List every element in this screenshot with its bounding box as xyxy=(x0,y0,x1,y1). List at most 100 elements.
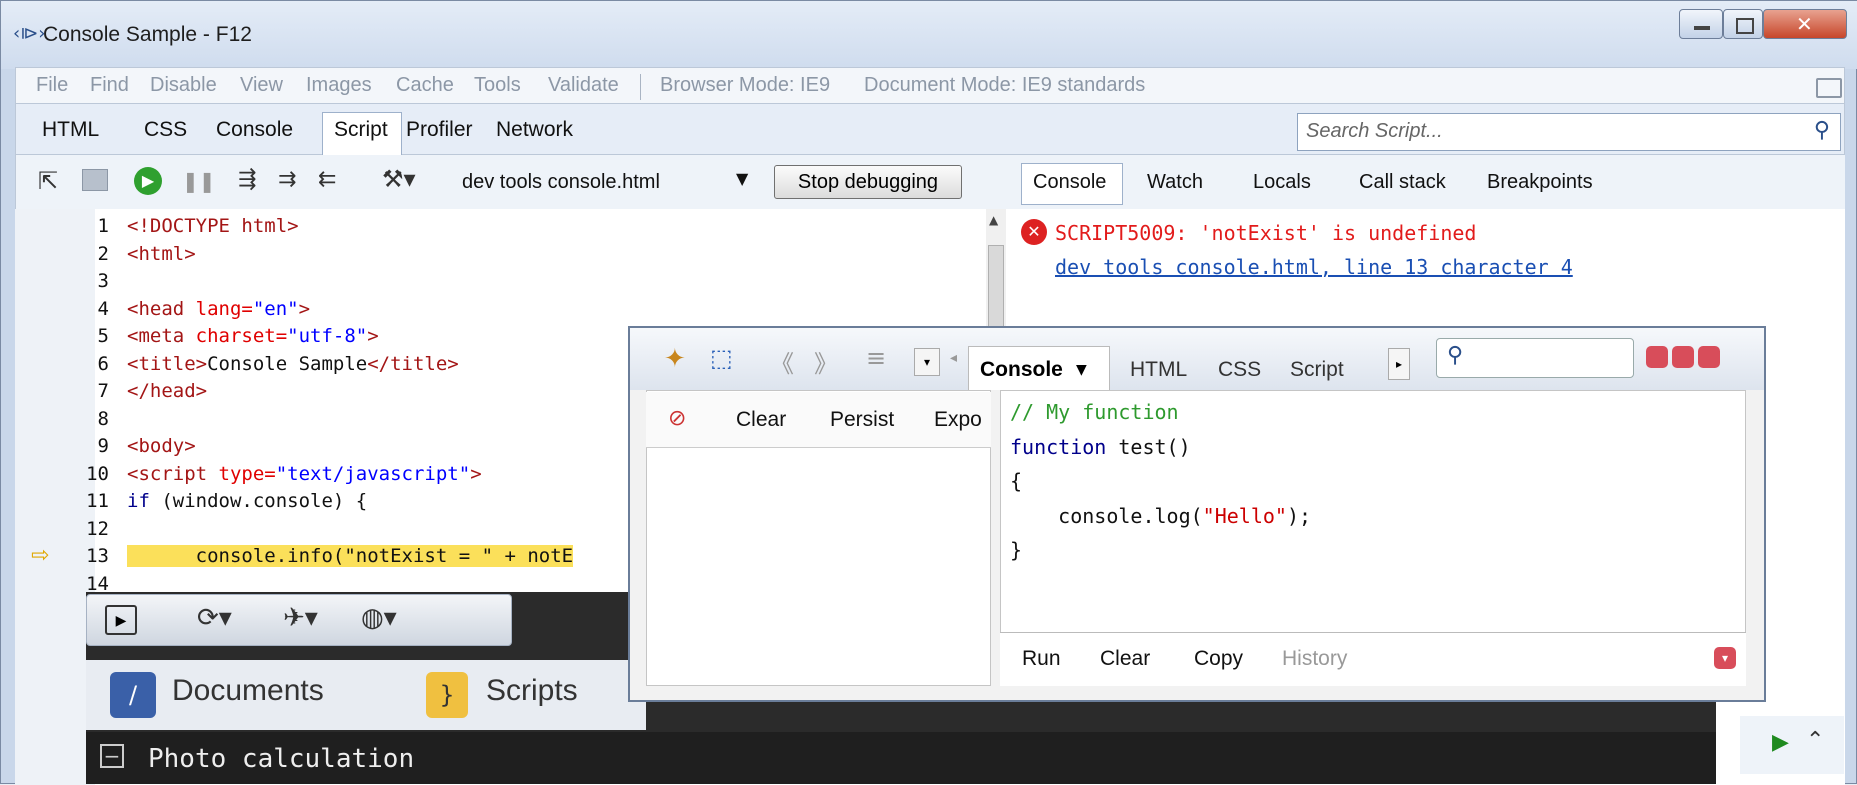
tab-html[interactable]: HTML xyxy=(42,118,99,142)
fb-copy-button[interactable]: Copy xyxy=(1194,647,1243,671)
step-into-icon[interactable]: ⇶ xyxy=(238,167,256,192)
scroll-left-icon[interactable]: ◂ xyxy=(950,350,957,366)
code-token: <head xyxy=(127,297,196,320)
fb-clear-button[interactable]: Clear xyxy=(736,408,786,432)
document-mode-menu[interactable]: Document Mode: IE9 standards xyxy=(864,74,1145,97)
line-number[interactable]: 9 xyxy=(59,435,109,457)
expand-up-icon[interactable]: ⌃ xyxy=(1806,728,1824,753)
search-icon[interactable]: ⚲ xyxy=(1814,118,1830,143)
fb-search-input[interactable]: ⚲ xyxy=(1436,338,1634,378)
fb-export-button[interactable]: Expo xyxy=(934,408,982,432)
fb-tab-console[interactable]: Console xyxy=(980,358,1063,382)
line-number[interactable]: 12 xyxy=(59,518,109,540)
nav-scripts[interactable]: Scripts xyxy=(486,674,578,708)
nav-documents[interactable]: Documents xyxy=(172,674,324,708)
fb-code-line: function test() xyxy=(1010,435,1191,459)
right-tab-call-stack[interactable]: Call stack xyxy=(1359,171,1446,194)
run-icon[interactable]: ▶ xyxy=(1772,730,1789,755)
menu-tools[interactable]: Tools xyxy=(474,74,521,97)
tab-network[interactable]: Network xyxy=(496,118,573,142)
scroll-up-icon[interactable]: ▲ xyxy=(989,213,998,227)
continue-icon[interactable]: ▶ xyxy=(134,167,162,195)
browser-mode-menu[interactable]: Browser Mode: IE9 xyxy=(660,74,830,97)
line-number[interactable]: 2 xyxy=(59,243,109,265)
right-tab-breakpoints[interactable]: Breakpoints xyxy=(1487,171,1593,194)
console-run-controls: ▶ ⌃ xyxy=(1740,716,1844,774)
line-number[interactable]: 13 xyxy=(59,545,109,567)
menu-find[interactable]: Find xyxy=(90,74,129,97)
tab-script[interactable]: Script xyxy=(334,118,388,142)
right-tab-watch[interactable]: Watch xyxy=(1147,171,1203,194)
menu-images[interactable]: Images xyxy=(306,74,372,97)
background-app-nav: / Documents } Scripts xyxy=(86,660,646,730)
fb-history-button[interactable]: History xyxy=(1282,647,1347,671)
menu-cache[interactable]: Cache xyxy=(396,74,454,97)
fb-clear-errors-icon[interactable]: ⊘ xyxy=(668,406,686,431)
code-token: > xyxy=(298,297,311,320)
fb-tab-html[interactable]: HTML xyxy=(1130,358,1187,382)
fb-tab-script[interactable]: Script xyxy=(1290,358,1344,382)
list-icon[interactable]: ≡ xyxy=(866,344,886,372)
line-number[interactable]: 1 xyxy=(59,215,109,237)
break-icon[interactable]: ❚❚ xyxy=(182,169,216,193)
unpin-icon[interactable] xyxy=(1816,78,1842,98)
menu-view[interactable]: View xyxy=(240,74,283,97)
code-token: console.info("notExist = " + notE xyxy=(127,545,574,567)
fb-collapse-editor-icon[interactable]: ▾ xyxy=(1714,647,1736,669)
error-source-link[interactable]: dev tools console.html, line 13 characte… xyxy=(1055,255,1573,279)
fb-console-chevron-icon[interactable]: ▼ xyxy=(1076,362,1087,378)
fb-restore-icon[interactable] xyxy=(1672,346,1694,368)
code-line: <body> xyxy=(127,435,196,457)
inspect-icon[interactable]: ⬚ xyxy=(710,344,733,372)
line-number[interactable]: 5 xyxy=(59,325,109,347)
fb-minimize-icon[interactable] xyxy=(1646,346,1668,368)
line-number[interactable]: 4 xyxy=(59,298,109,320)
minimize-button[interactable] xyxy=(1679,9,1723,39)
scripts-icon: } xyxy=(426,672,468,718)
step-over-icon[interactable]: ⇉ xyxy=(278,167,296,192)
line-number[interactable]: 7 xyxy=(59,380,109,402)
forward-icon[interactable]: 》 xyxy=(814,344,838,379)
fb-persist-button[interactable]: Persist xyxy=(830,408,894,432)
line-number[interactable]: 10 xyxy=(59,463,109,485)
stop-debugging-button[interactable]: Stop debugging xyxy=(774,165,962,199)
globe-icon[interactable]: ◍▾ xyxy=(361,603,397,633)
current-line-arrow-icon: ⇨ xyxy=(31,543,50,568)
tab-profiler[interactable]: Profiler xyxy=(406,118,473,142)
step-out-icon[interactable]: ⇇ xyxy=(318,167,336,192)
right-tab-locals[interactable]: Locals xyxy=(1253,171,1311,194)
firebug-icon[interactable]: ✦ xyxy=(664,344,686,374)
script-file-select[interactable]: dev tools console.html xyxy=(462,171,660,194)
tab-css[interactable]: CSS xyxy=(144,118,187,142)
code-token: > xyxy=(470,462,482,485)
play-panel-icon[interactable]: ▶ xyxy=(105,605,137,635)
tools-icon[interactable]: ⚒▾ xyxy=(382,165,416,193)
fb-more-tabs-icon[interactable]: ▸ xyxy=(1388,348,1410,380)
back-icon[interactable]: 《 xyxy=(770,344,794,379)
maximize-button[interactable] xyxy=(1723,9,1763,39)
code-token: "utf-8" xyxy=(287,325,368,347)
dropdown-icon[interactable]: ▾ xyxy=(914,348,940,376)
line-number[interactable]: 3 xyxy=(59,270,109,292)
fb-run-button[interactable]: Run xyxy=(1022,647,1061,671)
close-button[interactable]: ✕ xyxy=(1763,9,1847,39)
line-number[interactable]: 6 xyxy=(59,353,109,375)
menu-file[interactable]: File xyxy=(36,74,68,97)
line-number[interactable]: 8 xyxy=(59,408,109,430)
line-number[interactable]: 11 xyxy=(59,490,109,512)
fb-clear-editor-button[interactable]: Clear xyxy=(1100,647,1150,671)
code-token: </title> xyxy=(367,352,459,375)
chevron-down-icon[interactable]: ▼ xyxy=(736,169,748,188)
share-icon[interactable]: ✈▾ xyxy=(283,603,318,633)
search-script-input[interactable]: Search Script... ⚲ xyxy=(1297,113,1841,151)
right-tab-console[interactable]: Console xyxy=(1033,171,1106,194)
collapse-icon[interactable]: − xyxy=(100,744,124,768)
fb-power-icon[interactable] xyxy=(1698,346,1720,368)
tab-console[interactable]: Console xyxy=(216,118,293,142)
menu-validate[interactable]: Validate xyxy=(548,74,619,97)
menu-disable[interactable]: Disable xyxy=(150,74,217,97)
select-element-icon[interactable]: ⇱ xyxy=(38,167,58,195)
refresh-icon[interactable]: ⟳▾ xyxy=(197,603,232,633)
fb-tab-css[interactable]: CSS xyxy=(1218,358,1261,382)
clear-browser-icon[interactable] xyxy=(82,169,108,191)
